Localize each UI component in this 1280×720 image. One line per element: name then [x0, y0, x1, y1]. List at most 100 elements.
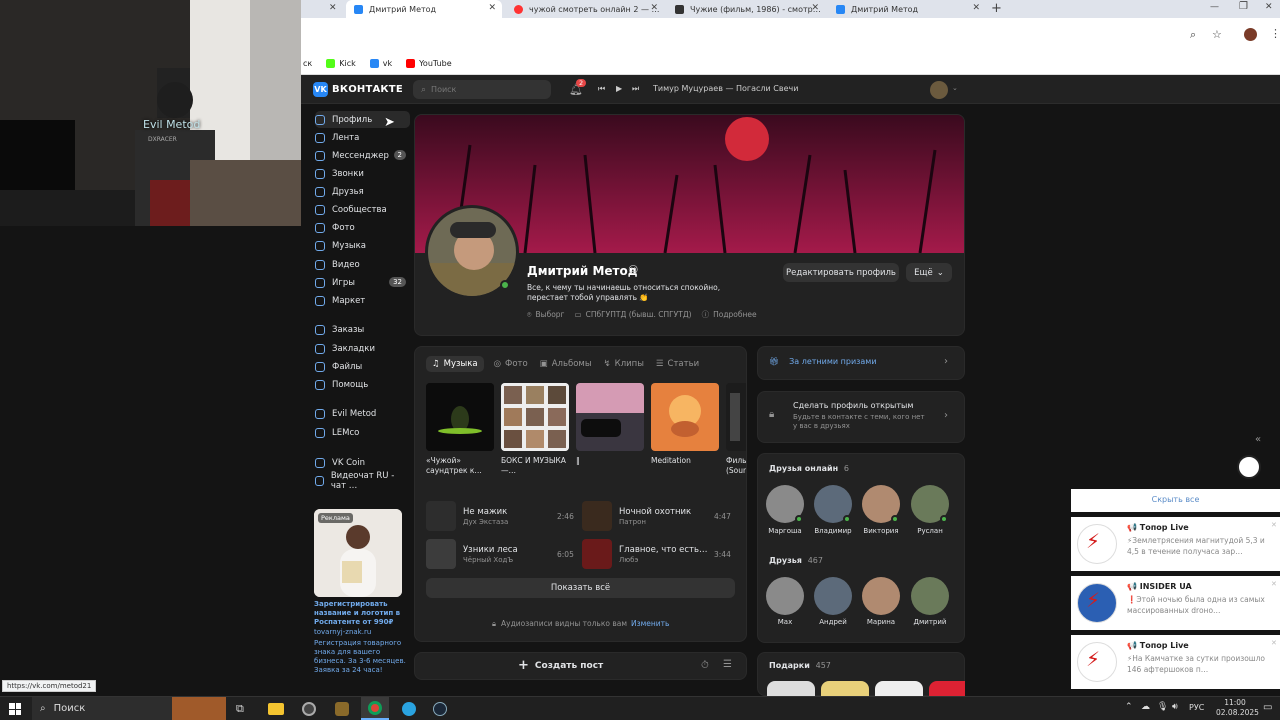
windows-start-icon[interactable]	[9, 703, 21, 715]
mic-icon[interactable]: 🎙︎	[1157, 702, 1168, 712]
hide-all-button[interactable]: Скрыть все	[1071, 489, 1280, 512]
ad-text[interactable]: Регистрация товарного знака для вашего б…	[314, 639, 406, 675]
friend-avatar[interactable]	[911, 577, 949, 615]
gift-thumb[interactable]	[929, 681, 965, 696]
ad-image[interactable]: Реклама	[314, 509, 402, 597]
chrome-taskbar-item[interactable]	[361, 697, 389, 720]
album-cover[interactable]	[726, 383, 746, 451]
sidebar-item[interactable]: Лента	[315, 129, 410, 146]
change-link[interactable]: Изменить	[631, 619, 669, 629]
app-icon[interactable]	[335, 702, 349, 716]
album-title[interactable]: «Чужой» саундтрек к…	[426, 456, 494, 476]
friend-avatar[interactable]	[814, 577, 852, 615]
profile-avatar-icon[interactable]	[1244, 28, 1257, 41]
sidebar-item[interactable]: Друзья	[315, 183, 410, 200]
friend-name[interactable]: Владимир	[808, 527, 858, 535]
taskbar-search[interactable]: ⌕ Поиск	[32, 697, 226, 720]
tab-clips[interactable]: ↯ Клипы	[604, 359, 644, 369]
sidebar-item[interactable]: Видеочат RU - чат …	[315, 471, 410, 491]
browser-tab[interactable]: Дмитрий Метод ✕	[828, 0, 986, 18]
track-cover[interactable]	[582, 539, 612, 569]
friends-online-header[interactable]: Друзья онлайн 6	[769, 464, 849, 473]
track-artist[interactable]: Патрон	[619, 518, 646, 526]
sidebar-item[interactable]: Закладки	[315, 340, 410, 357]
close-icon[interactable]: ✕	[972, 3, 980, 13]
prev-track-icon[interactable]: ⏮	[598, 84, 605, 94]
steam-icon[interactable]	[433, 702, 447, 716]
close-icon[interactable]: ✕	[329, 3, 337, 13]
vk-logo[interactable]: VK ВКОНТАКТЕ	[313, 82, 403, 97]
task-view-icon[interactable]: ⧉	[236, 702, 244, 716]
track-title[interactable]: Не мажик	[463, 507, 507, 517]
album-title[interactable]: БОКС И МУЗЫКА—…	[501, 456, 569, 476]
track-artist[interactable]: Чёрный ХодЪ	[463, 556, 513, 564]
track-title[interactable]: Узники леса	[463, 545, 518, 555]
prizes-link[interactable]: 🎁︎ За летними призами	[769, 357, 877, 366]
sort-icon[interactable]: ☰	[723, 659, 732, 670]
maximize-icon[interactable]: ❐	[1239, 1, 1248, 12]
bookmark-item[interactable]: YouTube	[406, 58, 452, 68]
profile-status[interactable]: Все, к чему ты начинаешь относиться спок…	[527, 283, 757, 303]
gift-thumb[interactable]	[875, 681, 923, 696]
friend-name[interactable]: Марина	[856, 618, 906, 626]
browser-tab[interactable]: Дмитрий Метод ✕	[346, 0, 502, 18]
friend-avatar[interactable]	[862, 577, 900, 615]
album-cover[interactable]	[651, 383, 719, 451]
obs-icon[interactable]	[302, 702, 316, 716]
chevron-down-icon[interactable]: ⌄	[952, 84, 958, 92]
notification[interactable]: ⚡ 📢 INSIDER UA ❗Этой ночью была одна из са…	[1071, 576, 1280, 630]
friend-name[interactable]: Руслан	[905, 527, 955, 535]
create-post-button[interactable]: + Создать пост	[518, 658, 603, 673]
track-artist[interactable]: Дух Экстаза	[463, 518, 508, 526]
profile-details-link[interactable]: Подробнее	[713, 310, 757, 319]
tab-photo[interactable]: ◎ Фото	[494, 359, 528, 369]
album-title[interactable]: Филь (Soun	[726, 456, 746, 476]
bookmark-item[interactable]: ск	[303, 59, 312, 68]
album-cover[interactable]	[501, 383, 569, 451]
tab-articles[interactable]: ☰ Статьи	[656, 359, 699, 369]
close-icon[interactable]: ✕	[1271, 639, 1277, 647]
minimize-icon[interactable]: —	[1210, 2, 1219, 12]
tab-music[interactable]: ♫ Музыка	[426, 356, 484, 372]
close-icon[interactable]: ✕	[650, 3, 658, 13]
gift-thumb[interactable]	[821, 681, 869, 696]
close-icon[interactable]: ✕	[1271, 521, 1277, 529]
bookmark-item[interactable]: vk	[369, 58, 392, 68]
sidebar-item[interactable]: LEMco	[315, 424, 410, 441]
album-cover[interactable]	[576, 383, 644, 451]
notification[interactable]: ⚡ 📢 Топор Live ⚡Землетрясения магнитудой 5…	[1071, 517, 1280, 571]
next-track-icon[interactable]: ⏭	[632, 84, 639, 94]
collapse-icon[interactable]: «	[1255, 434, 1261, 445]
ad-domain[interactable]: tovarnyj-znak.ru	[314, 628, 406, 636]
play-icon[interactable]: ▶	[616, 84, 622, 93]
cloud-icon[interactable]: ☁	[1141, 702, 1150, 712]
close-icon[interactable]: ✕	[488, 3, 496, 13]
menu-dots-icon[interactable]: ⋮	[1270, 27, 1280, 40]
sidebar-item[interactable]: Видео	[315, 256, 410, 273]
track-artist[interactable]: Любэ	[619, 556, 638, 564]
floating-widget-icon[interactable]	[1237, 455, 1261, 479]
clock[interactable]: 11:00 02.08.2025	[1216, 698, 1259, 718]
close-icon[interactable]: ✕	[811, 3, 819, 13]
gifts-header[interactable]: Подарки 457	[769, 661, 831, 670]
friend-avatar[interactable]	[766, 577, 804, 615]
sidebar-item[interactable]: Маркет	[315, 292, 410, 309]
window-close-icon[interactable]: ✕	[1265, 2, 1273, 12]
album-title[interactable]: ‖	[576, 456, 644, 465]
track-title[interactable]: Главное, что есть…	[619, 545, 707, 555]
browser-tab[interactable]: чужой смотреть онлайн 2 — … ✕	[506, 0, 664, 18]
edit-profile-button[interactable]: Редактировать профиль	[783, 263, 899, 282]
search-input[interactable]: ⌕ Поиск	[413, 80, 551, 99]
notification[interactable]: ⚡ 📢 Топор Live ⚡На Камчатке за сутки произ…	[1071, 635, 1280, 689]
sidebar-item[interactable]: Фото	[315, 219, 410, 236]
sidebar-item[interactable]: VK Coin	[315, 454, 410, 471]
track-title[interactable]: Ночной охотник	[619, 507, 691, 517]
bookmark-item[interactable]: Kick	[326, 58, 356, 68]
notification-center-icon[interactable]: ▭	[1263, 702, 1272, 713]
album-cover[interactable]	[426, 383, 494, 451]
star-icon[interactable]: ☆	[1212, 28, 1222, 41]
show-all-button[interactable]: Показать всё	[426, 578, 735, 598]
sidebar-item[interactable]: Evil Metod	[315, 405, 410, 422]
new-tab-icon[interactable]: +	[991, 1, 1002, 16]
sidebar-item[interactable]: Профиль	[315, 111, 410, 128]
